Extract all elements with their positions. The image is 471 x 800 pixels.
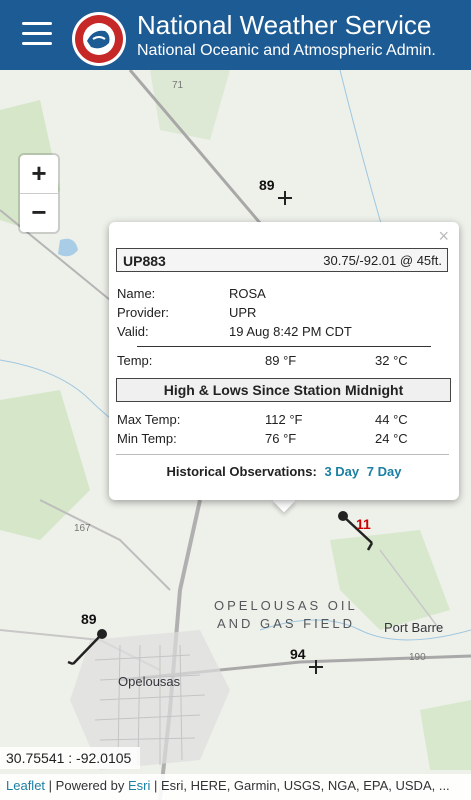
app-header: National Weather Service National Oceani… [0, 0, 471, 70]
valid-row: Valid: 19 Aug 8:42 PM CDT [117, 324, 452, 342]
max-temp-c: 44 °C [375, 412, 408, 427]
min-temp-c: 24 °C [375, 431, 408, 446]
powered-by-text: Powered by [55, 778, 125, 793]
min-temp-row: Min Temp: 76 °F 24 °C [117, 431, 452, 449]
temp-c: 32 °C [375, 353, 408, 368]
app-title: National Weather Service [137, 10, 432, 40]
attrib-credits: Esri, HERE, Garmin, USGS, NGA, EPA, USDA… [160, 778, 450, 793]
provider-row: Provider: UPR [117, 305, 452, 323]
map-attribution: Leaflet | Powered by Esri | Esri, HERE, … [0, 774, 471, 800]
min-temp-f: 76 °F [265, 431, 297, 446]
road-number-label: 167 [74, 523, 91, 534]
max-temp-label: Max Temp: [117, 412, 181, 427]
station-location: 30.75/-92.01 @ 45ft. [323, 253, 442, 268]
coordinate-readout: 30.75541 : -92.0105 [0, 747, 140, 769]
station-id: UP883 [123, 253, 166, 269]
app-subtitle: National Oceanic and Atmospheric Admin. [137, 42, 436, 59]
max-temp-row: Max Temp: 112 °F 44 °C [117, 412, 452, 430]
temp-f: 89 °F [265, 353, 297, 368]
min-temp-label: Min Temp: [117, 431, 177, 446]
hamburger-menu-icon[interactable] [22, 22, 52, 48]
hilo-title: High & Lows Since Station Midnight [116, 378, 451, 402]
station-value-label[interactable]: 94 [290, 646, 306, 662]
town-label-opelousas: Opelousas [118, 674, 181, 689]
divider [137, 346, 431, 347]
attrib-separator: | [48, 778, 56, 793]
leaflet-link[interactable]: Leaflet [6, 778, 45, 793]
provider-value: UPR [229, 305, 257, 320]
oil-field-label-line2: AND GAS FIELD [217, 616, 355, 631]
max-temp-f: 112 °F [265, 412, 303, 427]
name-label: Name: [117, 286, 156, 301]
zoom-control: + − [20, 155, 58, 232]
zoom-out-button[interactable]: − [20, 193, 58, 232]
valid-label: Valid: [117, 324, 149, 339]
valid-value: 19 Aug 8:42 PM CDT [229, 324, 352, 339]
station-value-label[interactable]: 11 [356, 516, 371, 532]
close-icon[interactable]: × [438, 226, 449, 247]
road-number-label: 190 [409, 652, 426, 663]
station-value-label[interactable]: 89 [81, 611, 97, 627]
temp-label: Temp: [117, 353, 153, 368]
provider-label: Provider: [117, 305, 170, 320]
road-number-label: 71 [172, 80, 184, 91]
nws-logo[interactable] [71, 11, 127, 67]
historical-observations: Historical Observations: 3 Day 7 Day [109, 464, 459, 479]
station-id-box: UP883 30.75/-92.01 @ 45ft. [116, 248, 448, 272]
history-7day-link[interactable]: 7 Day [367, 464, 402, 479]
divider [116, 454, 449, 455]
name-row: Name: ROSA [117, 286, 452, 304]
name-value: ROSA [229, 286, 266, 301]
station-value-label[interactable]: 89 [259, 177, 275, 193]
historical-label: Historical Observations: [166, 464, 317, 479]
oil-field-label-line1: OPELOUSAS OIL [214, 598, 358, 613]
esri-link[interactable]: Esri [128, 778, 150, 793]
history-3day-link[interactable]: 3 Day [324, 464, 359, 479]
town-label-port-barre: Port Barre [384, 620, 444, 635]
zoom-in-button[interactable]: + [20, 155, 58, 193]
attrib-separator: | [153, 778, 161, 793]
station-popup: × UP883 30.75/-92.01 @ 45ft. Name: ROSA … [109, 222, 459, 500]
temp-row: Temp: 89 °F 32 °C [117, 353, 452, 371]
